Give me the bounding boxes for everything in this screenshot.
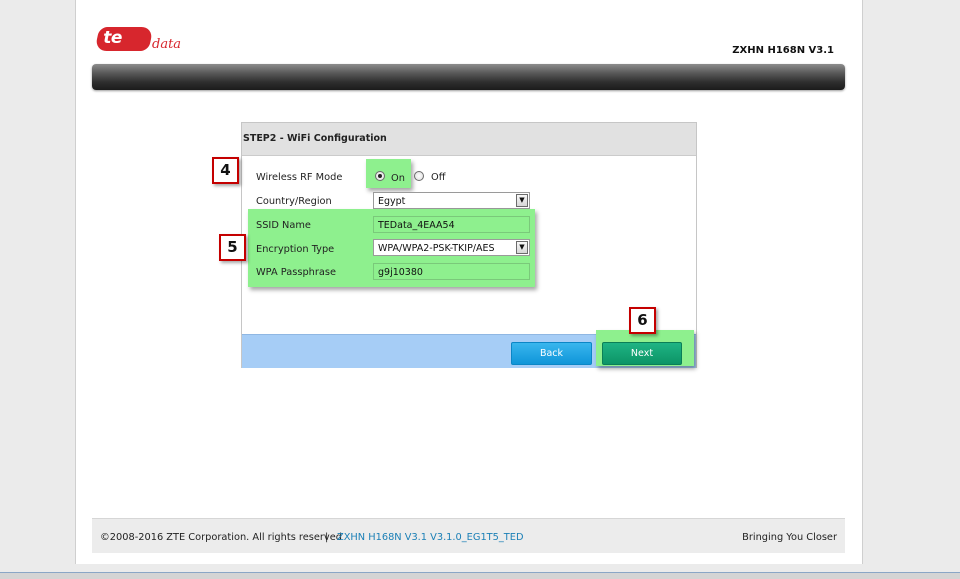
logo-suffix: data [152, 37, 182, 52]
dialog-footer: Back Next [242, 330, 696, 368]
rf-mode-off-label: Off [431, 172, 446, 183]
ssid-name-input[interactable]: TEData_4EAA54 [373, 216, 530, 233]
encryption-type-select[interactable]: WPA/WPA2-PSK-TKIP/AES ▼ [373, 239, 530, 256]
encryption-type-value: WPA/WPA2-PSK-TKIP/AES [378, 243, 495, 254]
country-region-select[interactable]: Egypt ▼ [373, 192, 530, 209]
wireless-rf-mode-label: Wireless RF Mode [256, 172, 343, 183]
chevron-down-icon: ▼ [516, 194, 528, 207]
annotation-marker-4: 4 [212, 157, 239, 184]
logo-badge: te [94, 27, 154, 51]
logo-text: te [103, 28, 122, 48]
page-footer: ©2008-2016 ZTE Corporation. All rights r… [92, 518, 845, 553]
rf-mode-on-radio[interactable] [375, 171, 385, 181]
dialog-title: STEP2 - WiFi Configuration [243, 133, 387, 144]
annotation-marker-6: 6 [629, 307, 656, 334]
chevron-down-icon: ▼ [516, 241, 528, 254]
footer-separator: | [325, 532, 329, 543]
footer-slogan: Bringing You Closer [742, 532, 837, 543]
navigation-bar [92, 64, 845, 90]
rf-mode-off-radio[interactable] [414, 171, 424, 181]
country-region-value: Egypt [378, 196, 406, 207]
rf-mode-on-label: On [391, 173, 405, 184]
firmware-version-link[interactable]: ZXHN H168N V3.1 V3.1.0_EG1T5_TED [337, 532, 524, 543]
annotation-marker-5: 5 [219, 234, 246, 261]
wpa-passphrase-input[interactable]: g9j10380 [373, 263, 530, 280]
back-button[interactable]: Back [511, 342, 592, 365]
wpa-passphrase-label: WPA Passphrase [256, 267, 337, 278]
dialog-header: STEP2 - WiFi Configuration [242, 123, 696, 156]
next-button[interactable]: Next [602, 342, 682, 365]
encryption-type-label: Encryption Type [256, 244, 335, 255]
te-data-logo: te data [94, 27, 187, 53]
model-title: ZXHN H168N V3.1 [732, 45, 834, 56]
copyright-text: ©2008-2016 ZTE Corporation. All rights r… [100, 532, 342, 543]
country-region-label: Country/Region [256, 196, 332, 207]
ssid-name-label: SSID Name [256, 220, 311, 231]
